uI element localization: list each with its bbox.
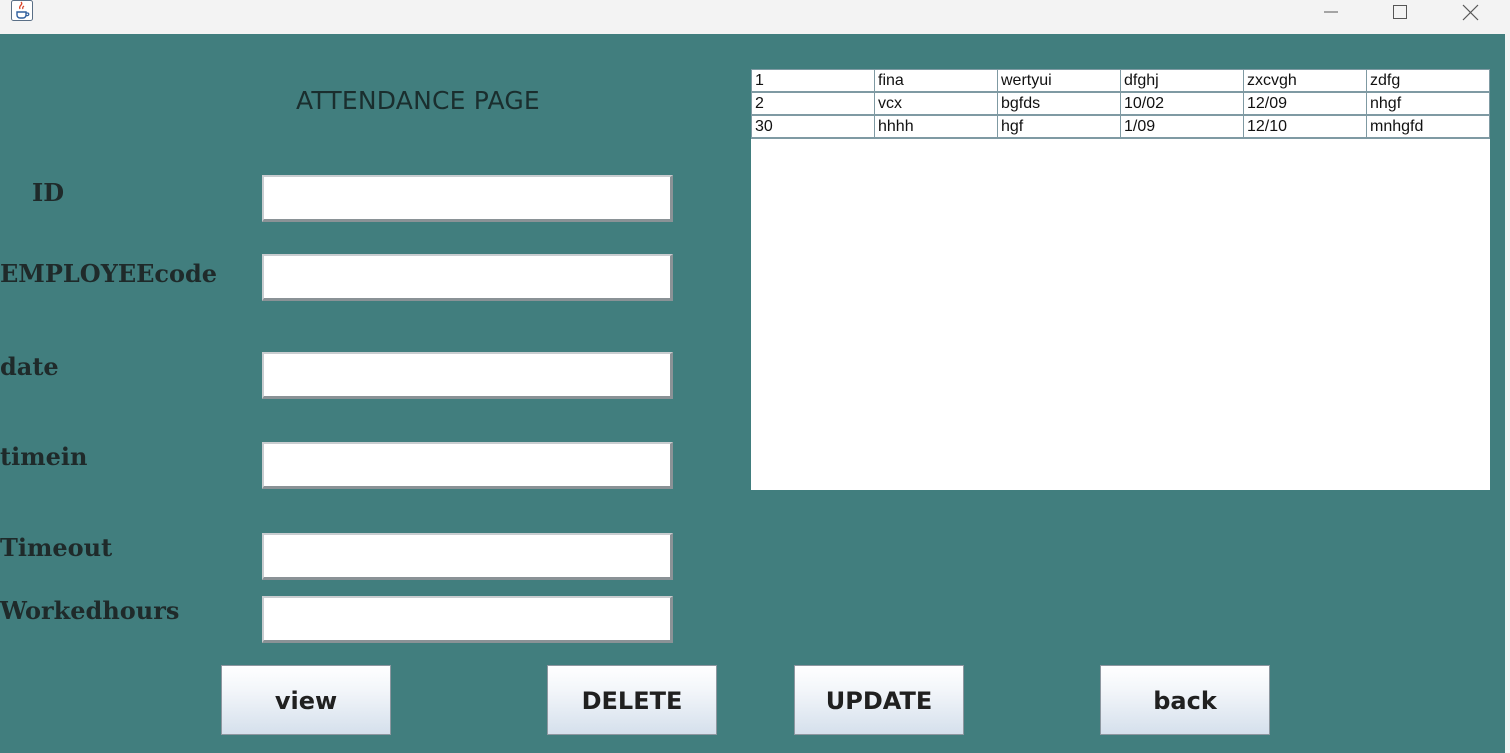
timein-field[interactable]	[262, 442, 673, 489]
maximize-icon[interactable]	[1377, 0, 1423, 24]
table-cell[interactable]: hgf	[997, 115, 1121, 139]
employee-code-field[interactable]	[262, 254, 673, 301]
timein-label: timein	[0, 442, 88, 471]
workedhours-field[interactable]	[262, 596, 673, 643]
table-cell[interactable]: zxcvgh	[1243, 69, 1367, 93]
view-button[interactable]: view	[221, 665, 391, 735]
date-field[interactable]	[262, 352, 673, 399]
close-icon[interactable]	[1447, 0, 1493, 24]
table-row[interactable]: 1 fina wertyui dfghj zxcvgh zdfg	[751, 69, 1490, 93]
update-button[interactable]: UPDATE	[794, 665, 964, 735]
window-edge	[1505, 34, 1510, 753]
table-cell[interactable]: nhgf	[1366, 92, 1490, 116]
id-field[interactable]	[262, 175, 673, 222]
table-cell[interactable]: 12/10	[1243, 115, 1367, 139]
id-label: ID	[32, 178, 65, 207]
table-cell[interactable]: bgfds	[997, 92, 1121, 116]
table-row[interactable]: 2 vcx bgfds 10/02 12/09 nhgf	[751, 92, 1490, 116]
workedhours-label: Workedhours	[0, 596, 180, 625]
table-cell[interactable]: wertyui	[997, 69, 1121, 93]
page-title: ATTENDANCE PAGE	[296, 86, 540, 115]
minimize-icon[interactable]	[1307, 0, 1353, 24]
employee-code-label: EMPLOYEEcode	[0, 259, 218, 288]
table-cell[interactable]: 12/09	[1243, 92, 1367, 116]
back-button[interactable]: back	[1100, 665, 1270, 735]
table-cell[interactable]: mnhgfd	[1366, 115, 1490, 139]
table-cell[interactable]: 2	[751, 92, 875, 116]
attendance-table[interactable]: 1 fina wertyui dfghj zxcvgh zdfg 2 vcx b…	[751, 69, 1490, 490]
table-cell[interactable]: 1/09	[1120, 115, 1244, 139]
table-cell[interactable]: 1	[751, 69, 875, 93]
timeout-field[interactable]	[262, 533, 673, 580]
date-label: date	[0, 352, 59, 381]
delete-button[interactable]: DELETE	[547, 665, 717, 735]
table-cell[interactable]: 30	[751, 115, 875, 139]
title-bar	[0, 0, 1510, 34]
java-cup-icon	[10, 0, 34, 22]
table-cell[interactable]: zdfg	[1366, 69, 1490, 93]
table-cell[interactable]: vcx	[874, 92, 998, 116]
table-cell[interactable]: hhhh	[874, 115, 998, 139]
table-cell[interactable]: dfghj	[1120, 69, 1244, 93]
table-cell[interactable]: 10/02	[1120, 92, 1244, 116]
timeout-label: Timeout	[0, 533, 113, 562]
table-cell[interactable]: fina	[874, 69, 998, 93]
table-row[interactable]: 30 hhhh hgf 1/09 12/10 mnhgfd	[751, 115, 1490, 139]
